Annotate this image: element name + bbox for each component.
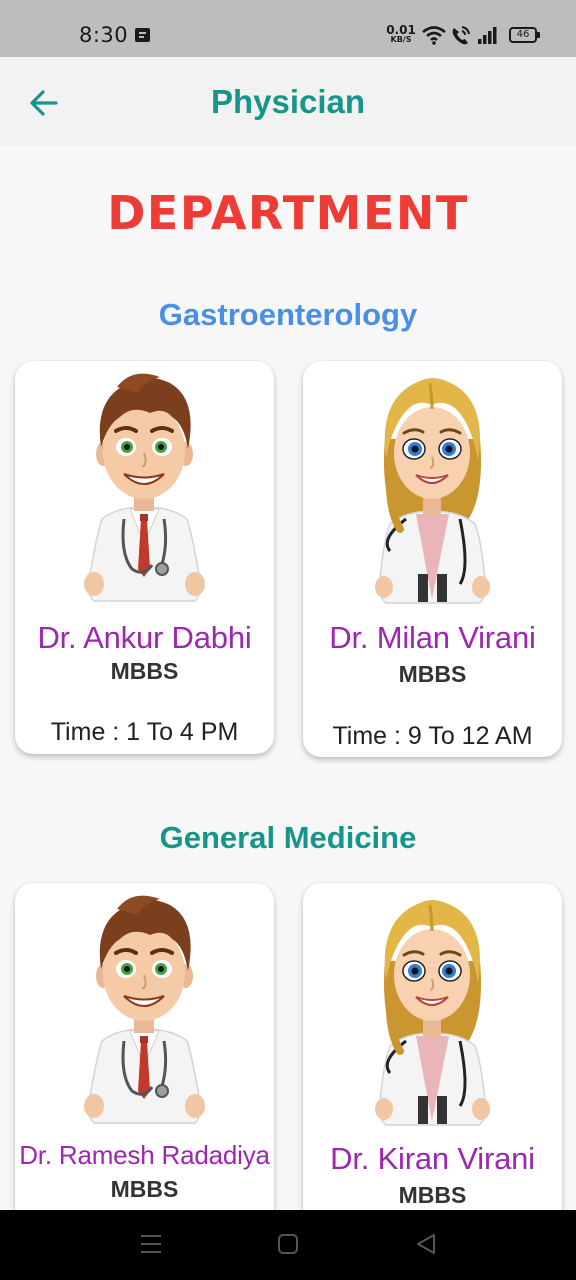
doctor-degree: MBBS	[110, 1176, 179, 1202]
male-doctor-avatar	[72, 891, 217, 1129]
doctor-name: Dr. Ankur Dabhi	[37, 620, 252, 655]
status-bar: 8:30 0.01 KB/S 46	[0, 0, 576, 57]
doctor-time: Time : 1 To 4 PM	[50, 718, 239, 746]
system-nav-bar	[0, 1210, 576, 1280]
department-title-general-medicine: General Medicine	[159, 820, 417, 855]
department-title-gastroenterology: Gastroenterology	[158, 297, 418, 332]
app-title: Physician	[210, 83, 366, 120]
status-time: 8:30	[79, 23, 129, 47]
doctor-time: Time : 9 To 12 AM	[332, 722, 533, 750]
signal-icon	[478, 27, 497, 44]
home-square-icon[interactable]	[277, 1232, 299, 1256]
doctor-card[interactable]: Dr. Ramesh Radadiya MBBS	[15, 883, 274, 1243]
doctor-degree: MBBS	[398, 661, 467, 687]
male-doctor-avatar	[72, 369, 217, 607]
doctor-name: Dr. Milan Virani	[329, 620, 536, 655]
doctor-card[interactable]: Dr. Kiran Virani MBBS	[303, 883, 562, 1243]
female-doctor-avatar	[360, 891, 505, 1129]
battery-icon: 46	[509, 27, 540, 43]
doctor-card[interactable]: Dr. Milan Virani MBBS Time : 9 To 12 AM	[303, 361, 562, 757]
female-doctor-avatar	[360, 369, 505, 607]
volte-call-icon	[452, 26, 470, 45]
network-speed-unit: KB/S	[390, 35, 412, 44]
notification-icon	[135, 28, 150, 42]
doctor-card[interactable]: Dr. Ankur Dabhi MBBS Time : 1 To 4 PM	[15, 361, 274, 754]
back-triangle-icon[interactable]	[415, 1232, 437, 1256]
doctor-name: Dr. Kiran Virani	[330, 1141, 535, 1176]
wifi-icon	[422, 26, 446, 45]
app-bar: Physician	[0, 57, 576, 146]
status-icons	[422, 26, 497, 45]
menu-icon[interactable]	[140, 1232, 162, 1256]
doctor-degree: MBBS	[398, 1182, 467, 1208]
doctor-degree: MBBS	[110, 658, 179, 684]
doctor-name: Dr. Ramesh Radadiya	[19, 1140, 270, 1170]
page-heading: DEPARTMENT	[107, 186, 469, 240]
network-speed: 0.01 KB/S	[386, 24, 416, 44]
